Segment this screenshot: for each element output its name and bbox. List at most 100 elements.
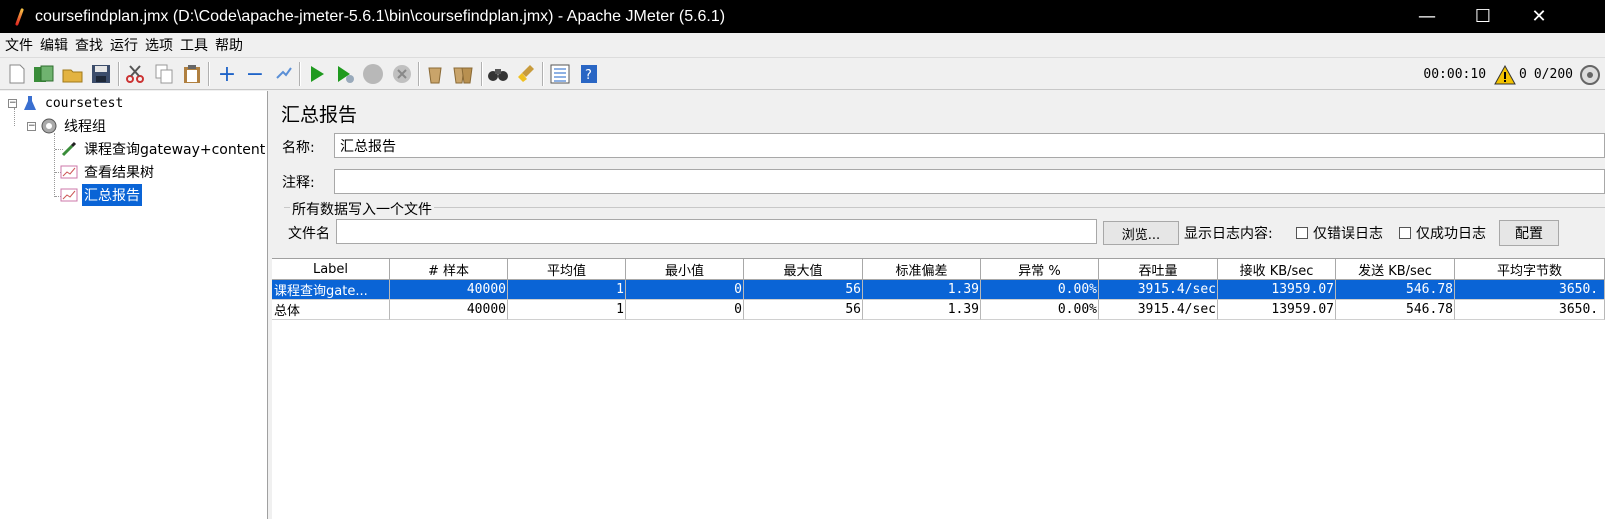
column-header[interactable]: 最大值	[744, 259, 863, 280]
collapse-toggle[interactable]: −	[8, 98, 17, 108]
column-header[interactable]: 异常 %	[981, 259, 1099, 280]
menu-edit[interactable]: 编辑	[40, 35, 68, 55]
summary-table[interactable]: Label # 样本 平均值 最小值 最大值 标准偏差 异常 % 吞吐量 接收 …	[272, 258, 1605, 519]
start-no-pauses-icon[interactable]	[334, 63, 356, 85]
table-row[interactable]: 课程查询gate... 40000 1 0 56 1.39 0.00% 3915…	[272, 280, 1605, 300]
errors-only-checkbox[interactable]	[1296, 227, 1308, 239]
menu-help[interactable]: 帮助	[215, 35, 243, 55]
new-icon[interactable]	[6, 63, 28, 85]
clear-all-icon[interactable]	[452, 63, 474, 85]
column-header[interactable]: 最小值	[626, 259, 744, 280]
gear-icon	[40, 117, 58, 135]
column-header[interactable]: 平均值	[508, 259, 626, 280]
table-cell: 1	[508, 300, 626, 320]
tree-node-sampler[interactable]: 课程查询gateway+content	[60, 138, 267, 160]
comment-label: 注释:	[282, 175, 315, 191]
comment-input[interactable]	[334, 169, 1605, 194]
success-only-checkbox[interactable]	[1399, 227, 1411, 239]
table-row[interactable]: 总体 40000 1 0 56 1.39 0.00% 3915.4/sec 13…	[272, 300, 1605, 320]
start-icon[interactable]	[306, 63, 328, 85]
filename-input[interactable]	[336, 219, 1097, 244]
name-input[interactable]: 汇总报告	[334, 133, 1605, 158]
summary-report-panel: 汇总报告 名称: 汇总报告 注释: 所有数据写入一个文件 文件名 浏览... 显…	[272, 91, 1605, 519]
tree-node-summary-report[interactable]: 汇总报告	[60, 184, 142, 206]
column-header[interactable]: 吞吐量	[1099, 259, 1218, 280]
menu-tools[interactable]: 工具	[180, 35, 208, 55]
browse-button[interactable]: 浏览...	[1103, 221, 1179, 245]
tree-label-summary-report: 汇总报告	[82, 184, 142, 206]
success-only-label: 仅成功日志	[1416, 226, 1486, 242]
table-cell: 546.78	[1336, 280, 1455, 300]
shutdown-icon[interactable]	[391, 63, 413, 85]
toolbar-separator	[481, 62, 483, 86]
tree-label-sampler: 课程查询gateway+content	[84, 142, 266, 158]
stop-icon[interactable]	[362, 63, 384, 85]
column-header[interactable]: 标准偏差	[863, 259, 981, 280]
log-content-label: 显示日志内容:	[1184, 226, 1273, 242]
menu-search[interactable]: 查找	[75, 35, 103, 55]
remote-status-icon	[1580, 64, 1600, 85]
table-cell: 3915.4/sec	[1099, 280, 1218, 300]
table-cell: 0	[626, 280, 744, 300]
tree-label-view-results-tree: 查看结果树	[84, 165, 154, 181]
warning-count: 0	[1519, 67, 1527, 82]
chart-icon	[60, 186, 78, 204]
function-helper-icon[interactable]	[549, 63, 571, 85]
collapse-all-icon[interactable]: −	[244, 62, 266, 87]
close-button[interactable]: ✕	[1511, 0, 1567, 33]
errors-only-label: 仅错误日志	[1313, 226, 1383, 242]
test-status-area: 00:00:10 0 0/200	[1423, 58, 1605, 91]
tree-node-thread-group[interactable]: − 线程组	[27, 115, 108, 137]
table-cell: 13959.07	[1218, 280, 1336, 300]
column-header[interactable]: 平均字节数	[1455, 259, 1605, 280]
table-cell: 3650.	[1455, 300, 1605, 320]
table-cell: 40000	[390, 300, 508, 320]
table-cell: 0.00%	[981, 300, 1099, 320]
clear-icon[interactable]	[424, 63, 446, 85]
table-cell: 13959.07	[1218, 300, 1336, 320]
menu-run[interactable]: 运行	[110, 35, 138, 55]
configure-button[interactable]: 配置	[1499, 220, 1559, 246]
write-to-file-group-title: 所有数据写入一个文件	[290, 199, 434, 219]
warning-icon[interactable]	[1494, 64, 1516, 85]
filename-label: 文件名	[288, 226, 330, 242]
table-cell: 3650.	[1455, 280, 1605, 300]
menu-options[interactable]: 选项	[145, 35, 173, 55]
toolbar-separator	[418, 62, 420, 86]
maximize-button[interactable]: ☐	[1455, 0, 1511, 33]
reset-search-icon[interactable]	[515, 63, 537, 85]
search-icon[interactable]	[487, 63, 509, 85]
collapse-toggle[interactable]: −	[27, 121, 36, 131]
toolbar-separator	[208, 62, 210, 86]
chart-icon	[60, 163, 78, 181]
table-cell: 1.39	[863, 300, 981, 320]
column-header[interactable]: 发送 KB/sec	[1336, 259, 1455, 280]
menu-file[interactable]: 文件	[5, 35, 33, 55]
menu-bar: 文件 编辑 查找 运行 选项 工具 帮助	[0, 33, 1605, 57]
copy-icon[interactable]	[153, 63, 175, 85]
table-cell: 546.78	[1336, 300, 1455, 320]
column-header[interactable]: Label	[272, 259, 390, 280]
paste-icon[interactable]	[181, 63, 203, 85]
title-bar: coursefindplan.jmx (D:\Code\apache-jmete…	[0, 0, 1605, 33]
help-icon[interactable]: ?	[578, 63, 600, 85]
open-icon[interactable]	[62, 63, 84, 85]
table-header: Label # 样本 平均值 最小值 最大值 标准偏差 异常 % 吞吐量 接收 …	[272, 259, 1605, 280]
cut-icon[interactable]	[124, 63, 146, 85]
toolbar-separator	[118, 62, 120, 86]
expand-all-icon[interactable]: +	[216, 62, 238, 87]
test-plan-tree[interactable]: − coursetest − 线程组 课程查询gateway+content 查…	[0, 91, 268, 519]
tree-node-view-results-tree[interactable]: 查看结果树	[60, 161, 156, 183]
column-header[interactable]: # 样本	[390, 259, 508, 280]
minimize-button[interactable]: —	[1399, 0, 1455, 33]
save-icon[interactable]	[90, 63, 112, 85]
tree-label-test-plan: coursetest	[45, 95, 124, 111]
column-header[interactable]: 接收 KB/sec	[1218, 259, 1336, 280]
tree-node-test-plan[interactable]: − coursetest	[8, 92, 125, 114]
table-cell: 总体	[272, 300, 390, 320]
table-cell: 40000	[390, 280, 508, 300]
table-cell: 56	[744, 300, 863, 320]
templates-icon[interactable]	[33, 63, 55, 85]
active-threads: 0/200	[1533, 67, 1573, 82]
toggle-icon[interactable]	[273, 63, 295, 85]
